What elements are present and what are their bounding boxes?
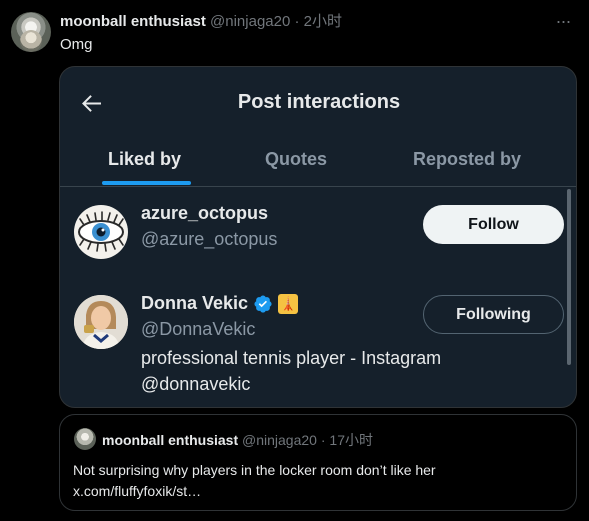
quoted-tweet-text: Not surprising why players in the locker… (73, 460, 568, 502)
scrollbar[interactable] (567, 189, 571, 365)
user-bio: professional tennis player - Instagram @… (141, 348, 442, 394)
author-avatar[interactable] (11, 12, 51, 52)
affiliate-badge-icon: 🗼 (278, 293, 299, 314)
quoted-tweet-time[interactable]: 17小时 (329, 432, 373, 448)
post-interactions-title: Post interactions (237, 91, 401, 113)
quoted-link[interactable]: x.com/fluffyfoxik/st… (73, 481, 568, 502)
interactions-tabs: Liked by Quotes Reposted by (60, 137, 576, 187)
verified-badge-icon (254, 294, 272, 313)
user-handle[interactable]: @DonnaVekic (141, 319, 255, 340)
tab-liked-by[interactable]: Liked by (108, 149, 181, 170)
tweet[interactable]: moonball enthusiast @ninjaga20 · 2小时 ···… (0, 0, 589, 521)
tweet-text: Omg (60, 36, 93, 53)
quoted-author-handle[interactable]: @ninjaga20 (242, 432, 317, 448)
author-name[interactable]: moonball enthusiast (60, 13, 206, 30)
header-separator: · (294, 13, 300, 30)
quoted-text-line: Not surprising why players in the locker… (73, 462, 436, 478)
author-handle[interactable]: @ninjaga20 (210, 13, 290, 30)
tweet-header: moonball enthusiast @ninjaga20 · 2小时 (60, 13, 342, 31)
quoted-header-separator: · (320, 432, 326, 448)
quoted-author-name[interactable]: moonball enthusiast (102, 432, 238, 448)
user-name[interactable]: Donna Vekic 🗼 (141, 293, 299, 314)
tweet-time[interactable]: 2小时 (304, 13, 342, 30)
user-row-azure-octopus[interactable]: azure_octopus @azure_octopus Follow (60, 203, 576, 273)
tab-quotes[interactable]: Quotes (265, 149, 327, 170)
user-row-donna-vekic[interactable]: Donna Vekic 🗼 @DonnaVekic professional t… (60, 293, 576, 403)
donna-vekic-avatar[interactable] (74, 295, 128, 349)
more-options-icon[interactable]: ··· (551, 12, 575, 30)
quoted-tweet-header: moonball enthusiast @ninjaga20 · 17小时 (102, 430, 373, 450)
person-photo-icon (74, 295, 128, 349)
follow-button[interactable]: Follow (423, 205, 564, 244)
user-handle[interactable]: @azure_octopus (141, 229, 277, 250)
following-button[interactable]: Following (423, 295, 564, 334)
user-name-text: azure_octopus (141, 203, 269, 223)
tab-reposted-by[interactable]: Reposted by (413, 149, 521, 170)
quoted-author-avatar[interactable] (74, 428, 96, 450)
azure-octopus-avatar[interactable] (74, 205, 128, 259)
user-name[interactable]: azure_octopus (141, 203, 268, 224)
tweet-image[interactable]: Post interactions Liked by Quotes Repost… (59, 66, 577, 408)
quoted-tweet[interactable]: moonball enthusiast @ninjaga20 · 17小时 No… (59, 414, 577, 511)
eye-icon (78, 211, 124, 252)
active-tab-indicator (102, 181, 191, 185)
user-name-text: Donna Vekic (141, 293, 249, 313)
